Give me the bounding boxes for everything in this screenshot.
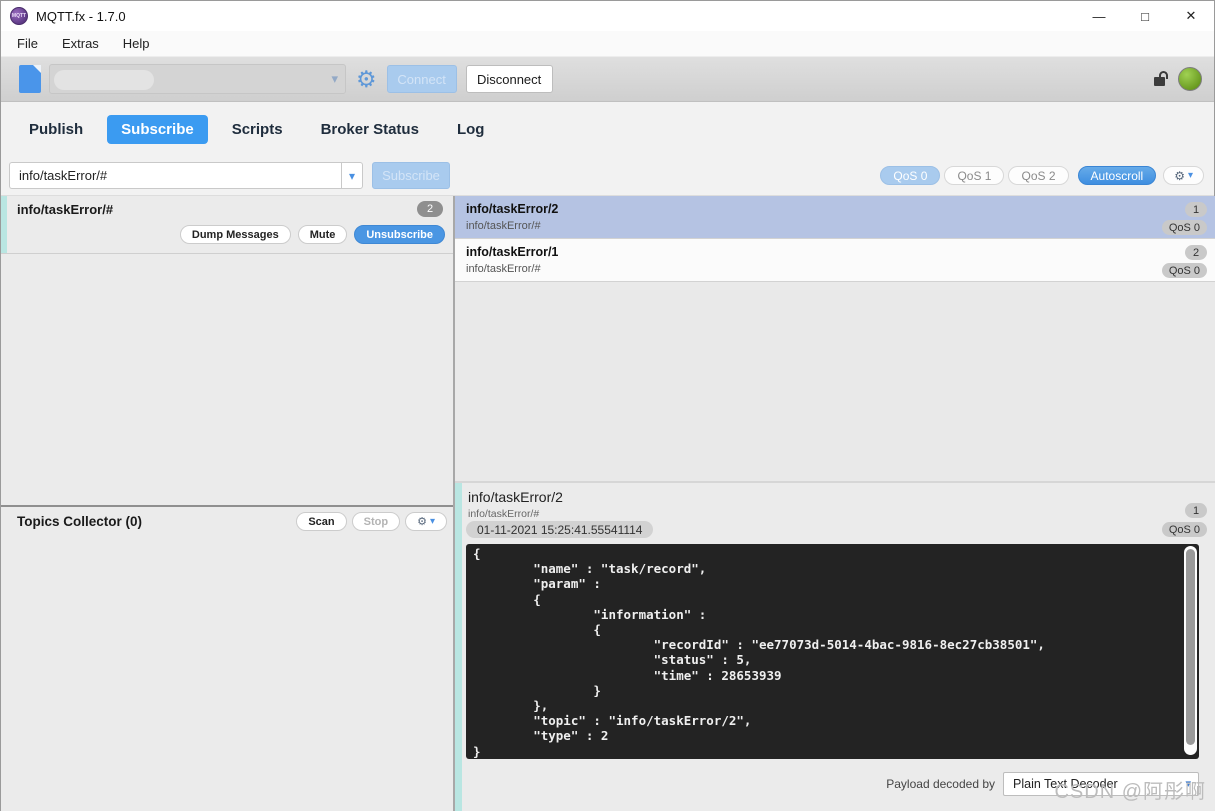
message-subscription: info/taskError/#: [466, 220, 541, 232]
connection-settings-gear-icon[interactable]: ⚙: [356, 67, 377, 91]
message-timestamp: 01-11-2021 15:25:41.55541114: [466, 521, 654, 538]
subscribe-bar: ▾ Subscribe QoS 0 QoS 1 QoS 2 Autoscroll…: [1, 156, 1214, 196]
chevron-down-icon: ▾: [429, 516, 435, 527]
scan-button[interactable]: Scan: [296, 512, 347, 531]
window-title: MQTT.fx - 1.7.0: [36, 8, 126, 24]
menu-bar: File Extras Help: [1, 31, 1214, 57]
mqttfx-window: MQTT MQTT.fx - 1.7.0 — □ ✕ File Extras H…: [0, 0, 1215, 811]
minimize-icon[interactable]: —: [1076, 1, 1122, 31]
subscription-count-badge: 2: [417, 201, 443, 217]
message-topic: info/taskError/1: [466, 245, 559, 259]
subscriptions-panel: info/taskError/# 2 Dump Messages Mute Un…: [1, 196, 453, 811]
qos2-button[interactable]: QoS 2: [1008, 166, 1069, 185]
topic-input[interactable]: [9, 162, 341, 189]
gear-icon: ⚙: [1174, 168, 1185, 183]
menu-extras[interactable]: Extras: [50, 36, 111, 51]
toolbar-status-area: [1154, 67, 1202, 91]
subscription-item[interactable]: info/taskError/# 2 Dump Messages Mute Un…: [1, 196, 453, 254]
message-subscription: info/taskError/#: [466, 263, 541, 275]
detail-subscription: info/taskError/#: [468, 508, 540, 520]
connection-status-indicator: [1178, 67, 1202, 91]
subscription-topic: info/taskError/#: [17, 202, 114, 217]
window-controls: — □ ✕: [1076, 1, 1214, 31]
decoder-label: Payload decoded by: [886, 777, 995, 791]
mqtt-logo-icon: MQTT: [10, 7, 28, 25]
message-qos-badge: QoS 0: [1161, 220, 1207, 235]
connection-toolbar: ▾ ⚙ Connect Disconnect: [1, 57, 1214, 102]
mute-button[interactable]: Mute: [297, 225, 348, 244]
decoder-selected-value: Plain Text Decoder: [1013, 777, 1118, 791]
detail-color-strip: [455, 483, 462, 811]
main-tabs: Publish Subscribe Scripts Broker Status …: [1, 102, 1214, 156]
subscribe-button[interactable]: Subscribe: [372, 162, 450, 189]
qos-controls: QoS 0 QoS 1 QoS 2 Autoscroll ⚙ ▾: [880, 166, 1204, 185]
connect-button[interactable]: Connect: [386, 65, 457, 93]
stop-button[interactable]: Stop: [351, 512, 401, 531]
message-qos-badge: QoS 0: [1161, 263, 1207, 278]
chevron-down-icon: ▾: [348, 168, 356, 183]
decoder-select[interactable]: Plain Text Decoder ▾: [1003, 772, 1199, 796]
message-row[interactable]: info/taskError/2 info/taskError/# 1 QoS …: [455, 196, 1215, 239]
tab-subscribe[interactable]: Subscribe: [107, 114, 208, 144]
detail-topic: info/taskError/2: [468, 489, 563, 505]
tab-log[interactable]: Log: [443, 115, 499, 144]
main-content: info/taskError/# 2 Dump Messages Mute Un…: [1, 196, 1215, 811]
qos1-button[interactable]: QoS 1: [944, 166, 1005, 185]
detail-qos-badge: QoS 0: [1161, 522, 1207, 537]
topics-collector-settings-button[interactable]: ⚙ ▾: [405, 512, 447, 531]
subscription-color-strip: [1, 196, 7, 253]
disconnect-button[interactable]: Disconnect: [465, 65, 553, 93]
lock-open-icon: [1154, 70, 1170, 88]
detail-index-badge: 1: [1185, 503, 1207, 518]
message-topic: info/taskError/2: [466, 202, 559, 216]
subscribe-settings-button[interactable]: ⚙ ▾: [1163, 166, 1204, 185]
subscription-actions: Dump Messages Mute Unsubscribe: [179, 225, 445, 244]
tab-broker-status[interactable]: Broker Status: [307, 115, 433, 144]
topic-history-dropdown[interactable]: ▾: [341, 162, 363, 189]
tab-scripts[interactable]: Scripts: [218, 115, 297, 144]
unsubscribe-button[interactable]: Unsubscribe: [354, 225, 445, 244]
menu-file[interactable]: File: [1, 36, 50, 51]
qos0-button[interactable]: QoS 0: [880, 166, 941, 185]
topics-collector-title: Topics Collector (0): [17, 514, 143, 529]
close-icon[interactable]: ✕: [1168, 1, 1214, 31]
payload-text: { "name" : "task/record", "param" : { "i…: [473, 546, 1045, 759]
profile-value-area: [54, 70, 154, 90]
topics-collector-actions: Scan Stop ⚙ ▾: [296, 512, 447, 531]
message-index-badge: 1: [1185, 202, 1207, 217]
dump-messages-button[interactable]: Dump Messages: [179, 225, 291, 244]
payload-viewer: { "name" : "task/record", "param" : { "i…: [466, 544, 1199, 759]
new-profile-icon[interactable]: [19, 65, 41, 93]
scrollbar-thumb[interactable]: [1186, 549, 1195, 745]
payload-scrollbar[interactable]: [1184, 546, 1197, 755]
autoscroll-button[interactable]: Autoscroll: [1077, 166, 1157, 185]
message-row[interactable]: info/taskError/1 info/taskError/# 2 QoS …: [455, 239, 1215, 282]
menu-help[interactable]: Help: [111, 36, 162, 51]
topics-collector-section: Topics Collector (0) Scan Stop ⚙ ▾: [1, 505, 453, 536]
chevron-down-icon: ▾: [1185, 778, 1191, 790]
tab-publish[interactable]: Publish: [15, 115, 97, 144]
maximize-icon[interactable]: □: [1122, 1, 1168, 31]
gear-icon: ⚙: [417, 516, 427, 528]
message-index-badge: 2: [1185, 245, 1207, 260]
connection-profile-select[interactable]: ▾: [49, 64, 346, 94]
title-bar: MQTT MQTT.fx - 1.7.0 — □ ✕: [1, 1, 1214, 31]
chevron-down-icon[interactable]: ▾: [331, 71, 338, 87]
decoder-bar: Payload decoded by Plain Text Decoder ▾: [455, 767, 1215, 801]
message-detail-panel: info/taskError/2 info/taskError/# 1 QoS …: [455, 481, 1215, 811]
chevron-down-icon: ▾: [1187, 170, 1193, 181]
